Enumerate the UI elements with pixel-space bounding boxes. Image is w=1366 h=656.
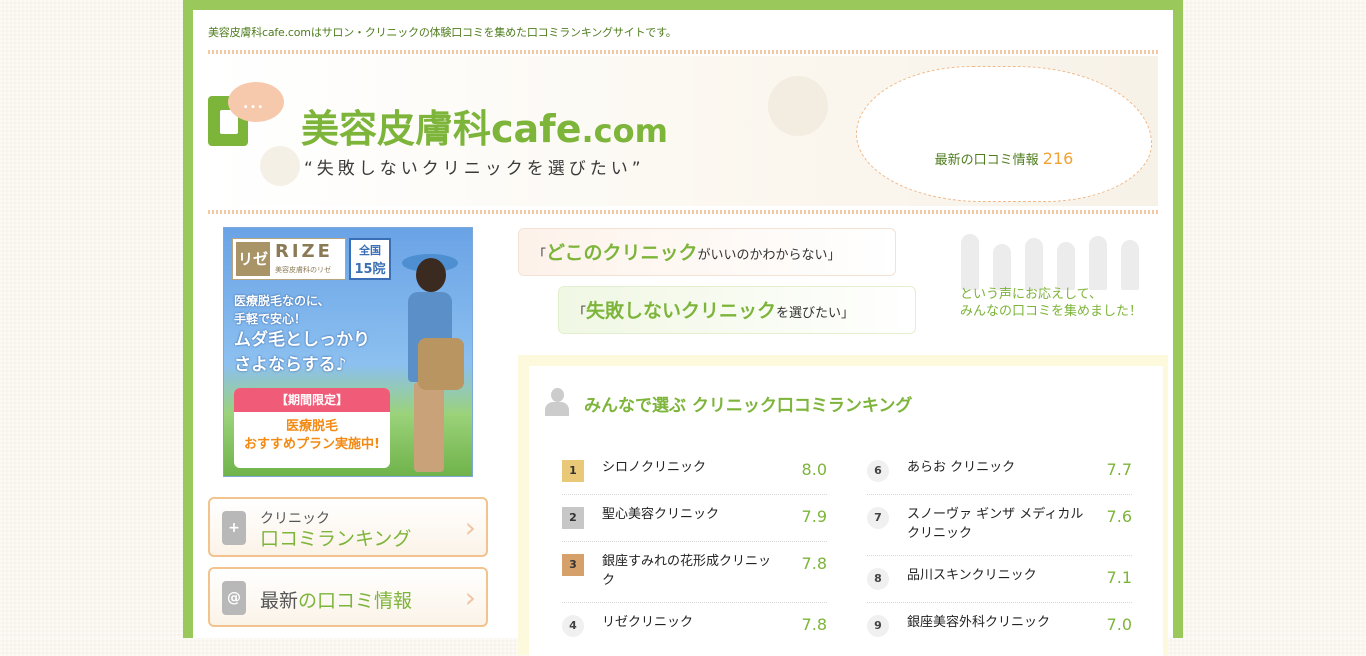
rank-number: 8	[867, 568, 889, 590]
ranking-panel-inner: みんなで選ぶ クリニック口コミランキング 1 シロノクリニック 8.0 2 聖心…	[529, 366, 1163, 656]
rize-ad-banner[interactable]: リゼ RIZE 美容皮膚科のリゼ 全国 15院 医療脱毛なのに、 手軽で安心！ …	[223, 227, 473, 477]
ranking-row[interactable]: 1 シロノクリニック 8.0	[562, 448, 827, 495]
ranking-row[interactable]: 8 品川スキンクリニック 7.1	[867, 556, 1132, 603]
content-area: 美容皮膚科cafe.comはサロン・クリニックの体験口コミを集めた口コミランキン…	[193, 10, 1173, 656]
ranking-panel: みんなで選ぶ クリニック口コミランキング 1 シロノクリニック 8.0 2 聖心…	[518, 355, 1168, 656]
clinic-score: 7.6	[1106, 507, 1132, 526]
clinic-score: 7.8	[801, 615, 827, 634]
ranking-row[interactable]: 3 銀座すみれの花形成クリニック 7.8	[562, 542, 827, 603]
latest-reviews-button[interactable]: @ 最新の口コミ情報 ›	[208, 567, 488, 627]
latest-reviews-text: 最新の口コミ情報 216	[857, 149, 1151, 168]
ranking-title: みんなで選ぶ クリニック口コミランキング	[584, 396, 913, 416]
clinic-score: 7.9	[801, 507, 827, 526]
latest-reviews-label: 最新の口コミ情報	[934, 153, 1039, 168]
rank-number: 6	[867, 460, 889, 482]
rize-mark: リゼ	[236, 242, 270, 276]
latest-reviews-label: 最新の口コミ情報	[260, 590, 413, 612]
latest-reviews-count: 216	[1042, 149, 1074, 168]
ranking-row[interactable]: 6 あらお クリニック 7.7	[867, 448, 1132, 495]
clinic-score: 7.0	[1106, 615, 1132, 634]
speech-bubble-wish: 「失敗しないクリニックを選びたい」	[558, 286, 916, 334]
ranking-row[interactable]: 9 銀座美容外科クリニック 7.0	[867, 603, 1132, 650]
clinic-building-icon: +	[222, 511, 246, 545]
logo-dots: ...	[243, 96, 265, 112]
divider-stripe	[208, 210, 1158, 214]
clinic-ranking-big-label: 口コミランキング	[260, 528, 412, 550]
clinic-score: 7.7	[1106, 460, 1132, 479]
clinic-link[interactable]: リゼクリニック	[602, 613, 782, 632]
rank-number: 7	[867, 507, 889, 529]
clinic-count-badge: 全国 15院	[349, 238, 391, 280]
site-title[interactable]: 美容皮膚科cafe.com	[301, 98, 668, 153]
page-frame: 美容皮膚科cafe.comはサロン・クリニックの体験口コミを集めた口コミランキン…	[183, 0, 1183, 656]
response-text: という声にお応えして、 みんなの口コミを集めました！	[960, 287, 1143, 319]
site-header: ... 美容皮膚科cafe.com “失敗しないクリニックを選びたい” 最新の口…	[208, 56, 1158, 206]
clinic-score: 7.8	[801, 554, 827, 573]
clinic-link[interactable]: シロノクリニック	[602, 458, 782, 477]
chevron-right-icon: ›	[464, 581, 476, 614]
rank-number: 9	[867, 615, 889, 637]
clinic-link[interactable]: 銀座美容外科クリニック	[907, 613, 1087, 632]
clinic-link[interactable]: あらお クリニック	[907, 458, 1087, 477]
rank-medal-icon: 1	[562, 460, 584, 482]
ranking-list-right: 6 あらお クリニック 7.7 7 スノーヴァ ギンザ メディカル クリニック …	[867, 448, 1132, 650]
rank-number: 4	[562, 615, 584, 637]
speech-bubble-question: 「どこのクリニックがいいのかわからない」	[518, 228, 896, 276]
clinic-score: 7.1	[1106, 568, 1132, 587]
clinic-ranking-button[interactable]: + クリニック 口コミランキング ›	[208, 497, 488, 557]
notebook-icon: @	[222, 581, 246, 615]
clinic-link[interactable]: 品川スキンクリニック	[907, 566, 1087, 585]
ranking-row[interactable]: 2 聖心美容クリニック 7.9	[562, 495, 827, 542]
rank-medal-icon: 2	[562, 507, 584, 529]
clinic-link[interactable]: 聖心美容クリニック	[602, 505, 782, 524]
decorative-circle	[768, 76, 828, 136]
person-icon	[545, 388, 569, 418]
site-tagline: 美容皮膚科cafe.comはサロン・クリニックの体験口コミを集めた口コミランキン…	[208, 26, 677, 39]
decorative-circle	[260, 146, 300, 186]
rize-logo: リゼ RIZE 美容皮膚科のリゼ	[232, 238, 346, 280]
banner-model-illustration	[394, 254, 464, 473]
site-subtitle: “失敗しないクリニックを選びたい”	[304, 159, 645, 179]
clinic-link[interactable]: スノーヴァ ギンザ メディカル クリニック	[907, 505, 1087, 543]
banner-copy-large: ムダ毛としっかり さよならする♪	[234, 330, 370, 375]
clinic-link[interactable]: 銀座すみれの花形成クリニック	[602, 552, 782, 590]
rize-subname: 美容皮膚科のリゼ	[275, 266, 331, 274]
rank-medal-icon: 3	[562, 554, 584, 576]
banner-offer: 【期間限定】 医療脱毛 おすすめプラン実施中!	[234, 388, 390, 468]
chevron-right-icon: ›	[464, 511, 476, 544]
clinic-score: 8.0	[801, 460, 827, 479]
latest-reviews-cloud[interactable]: 最新の口コミ情報 216	[856, 66, 1152, 202]
ranking-row[interactable]: 7 スノーヴァ ギンザ メディカル クリニック 7.6	[867, 495, 1132, 556]
rize-name: RIZE	[275, 241, 333, 262]
people-silhouettes	[961, 230, 1141, 290]
banner-copy-small: 医療脱毛なのに、 手軽で安心！	[234, 294, 330, 326]
ranking-row[interactable]: 4 リゼクリニック 7.8	[562, 603, 827, 650]
ranking-list-left: 1 シロノクリニック 8.0 2 聖心美容クリニック 7.9 3 銀座すみれの花…	[562, 448, 827, 650]
divider-stripe	[208, 50, 1158, 54]
